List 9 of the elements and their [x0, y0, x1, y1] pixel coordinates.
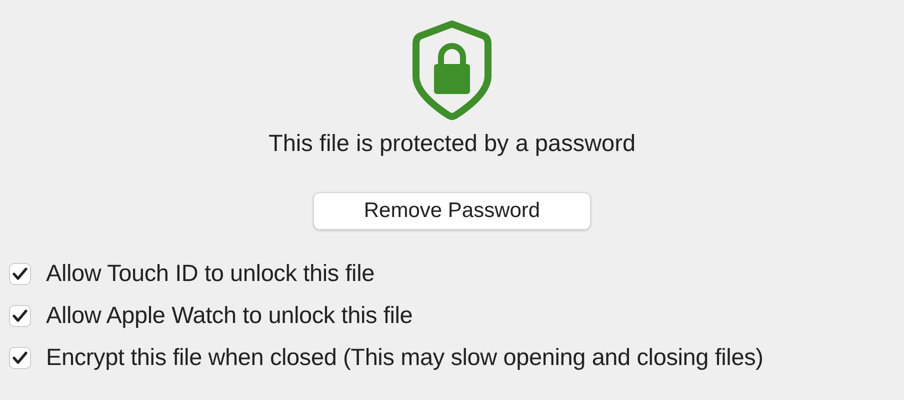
checkbox-label: Allow Touch ID to unlock this file	[46, 260, 374, 287]
shield-lock-icon	[412, 20, 492, 120]
checkbox-label: Encrypt this file when closed (This may slow opening and closing files)	[46, 344, 764, 371]
checkbox[interactable]	[9, 304, 31, 326]
message-text: This file is protected by a password	[268, 130, 636, 157]
checkbox[interactable]	[9, 262, 31, 284]
checkbox-label: Allow Apple Watch to unlock this file	[46, 302, 413, 329]
remove-password-button[interactable]: Remove Password	[313, 192, 591, 230]
checkbox[interactable]	[9, 346, 31, 368]
